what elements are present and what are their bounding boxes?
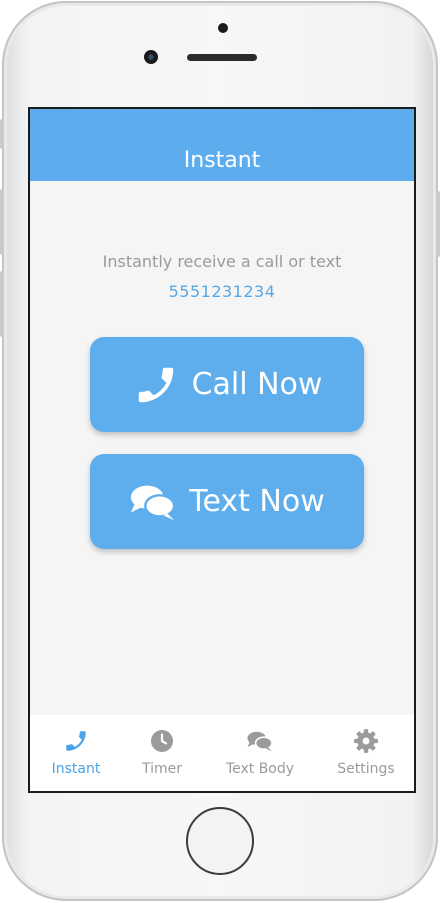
front-camera xyxy=(144,50,158,64)
gear-icon xyxy=(353,727,379,755)
text-now-label: Text Now xyxy=(189,484,325,519)
text-now-button[interactable]: Text Now xyxy=(90,454,364,549)
power-button xyxy=(436,191,440,257)
tab-timer[interactable]: Timer xyxy=(122,715,202,791)
phone-icon xyxy=(63,727,89,755)
tab-instant[interactable]: Instant xyxy=(34,715,118,791)
phone-icon xyxy=(132,361,180,409)
chat-bubbles-icon xyxy=(129,478,177,526)
tab-instant-label: Instant xyxy=(51,761,101,777)
tab-text-body[interactable]: Text Body xyxy=(216,715,304,791)
tab-timer-label: Timer xyxy=(141,761,183,777)
home-button[interactable] xyxy=(186,807,254,875)
instructions-text: Instantly receive a call or text xyxy=(102,252,342,271)
app-screen: Instant Instantly receive a call or text… xyxy=(28,107,416,793)
chat-bubbles-icon xyxy=(245,727,275,755)
tab-text-body-label: Text Body xyxy=(225,761,295,777)
phone-frame: Instant Instantly receive a call or text… xyxy=(0,1,440,901)
tab-settings[interactable]: Settings xyxy=(326,715,406,791)
phone-number[interactable]: 5551231234 xyxy=(30,282,414,301)
volume-down-button xyxy=(0,271,4,337)
navigation-bar: Instant xyxy=(30,109,414,181)
mute-switch xyxy=(0,119,4,149)
earpiece-speaker xyxy=(187,54,257,61)
call-now-label: Call Now xyxy=(191,367,323,402)
tab-settings-label: Settings xyxy=(337,761,395,777)
volume-up-button xyxy=(0,189,4,255)
tab-bar: Instant Timer Text Body Settings xyxy=(30,715,414,791)
page-title: Instant xyxy=(183,148,261,173)
clock-icon xyxy=(150,727,174,755)
call-now-button[interactable]: Call Now xyxy=(90,337,364,432)
proximity-sensor xyxy=(218,23,228,33)
